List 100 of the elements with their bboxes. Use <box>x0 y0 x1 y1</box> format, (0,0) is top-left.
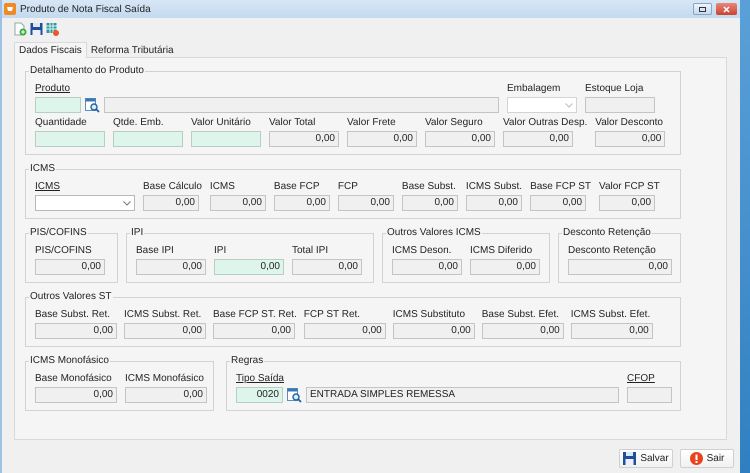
new-document-button[interactable] <box>14 22 27 36</box>
save-button[interactable] <box>30 22 43 36</box>
group-title: Outros Valores ST <box>29 291 113 303</box>
field-label: Qtde. Emb. <box>113 117 164 129</box>
field-label: Base Subst. <box>402 181 456 193</box>
dropdown[interactable] <box>35 195 135 211</box>
readonly-field: 0,00 <box>143 195 199 211</box>
window-icon <box>4 3 16 15</box>
field-label: Base Monofásico <box>35 373 112 385</box>
chevron-down-icon <box>123 200 131 206</box>
field-label: Valor Desconto <box>595 117 663 129</box>
field-label: Desconto Retenção <box>568 245 656 257</box>
save-button[interactable]: Salvar <box>619 449 673 468</box>
new-document-icon <box>14 22 27 36</box>
field-label: Base Cálculo <box>143 181 202 193</box>
field-label: Base IPI <box>136 245 174 257</box>
field-label: FCP <box>338 181 358 193</box>
readonly-field: 0,00 <box>392 323 475 339</box>
group-title: Desconto Retenção <box>562 227 652 239</box>
tab[interactable]: Dados Fiscais <box>14 42 87 58</box>
input-field[interactable] <box>113 131 183 147</box>
chevron-down-icon <box>565 102 573 108</box>
alert-icon <box>690 452 703 465</box>
group-title: IPI <box>130 227 144 239</box>
readonly-field: 0,00 <box>124 323 206 339</box>
field-label: Valor Frete <box>347 117 396 129</box>
field-label: PIS/COFINS <box>35 245 92 257</box>
close-button[interactable] <box>716 3 737 15</box>
description-field: ENTRADA SIMPLES REMESSA <box>306 387 619 403</box>
readonly-field: 0,00 <box>530 195 586 211</box>
exit-button[interactable]: Sair <box>680 449 734 468</box>
input-field[interactable]: 0020 <box>236 387 283 403</box>
input-field[interactable] <box>35 131 105 147</box>
group-title: ICMS <box>29 163 56 175</box>
field-label: ICMS <box>210 181 235 193</box>
field-link[interactable]: CFOP <box>627 373 655 385</box>
field-label: Estoque Loja <box>585 83 644 95</box>
readonly-field: 0,00 <box>269 131 339 147</box>
restore-icon <box>699 6 706 12</box>
readonly-field: 0,00 <box>136 259 206 275</box>
readonly-field: 0,00 <box>338 195 394 211</box>
readonly-field: 0,00 <box>503 131 573 147</box>
readonly-field: 0,00 <box>35 387 117 403</box>
field-label: Total IPI <box>292 245 328 257</box>
readonly-field: 0,00 <box>470 259 540 275</box>
readonly-field: 0,00 <box>125 387 207 403</box>
field-label: Base Subst. Ret. <box>35 309 110 321</box>
field-label: ICMS Monofásico <box>125 373 204 385</box>
readonly-field: 0,00 <box>392 259 462 275</box>
field-label: ICMS Deson. <box>392 245 452 257</box>
field-label: ICMS Subst. <box>466 181 522 193</box>
field-link[interactable]: Produto <box>35 83 70 95</box>
field-label: ICMS Subst. Ret. <box>124 309 202 321</box>
field-label: Valor Unitário <box>191 117 251 129</box>
window-title: Produto de Nota Fiscal Saída <box>20 2 151 16</box>
field-label: Base Subst. Efet. <box>482 309 560 321</box>
field-label: Quantidade <box>35 117 87 129</box>
readonly-field: 0,00 <box>599 195 656 211</box>
readonly-field: 0,00 <box>482 323 564 339</box>
readonly-field: 0,00 <box>213 323 295 339</box>
readonly-field: 0,00 <box>568 259 672 275</box>
field-label: ICMS Diferido <box>470 245 532 257</box>
field-label: Embalagem <box>507 83 560 95</box>
search-icon[interactable] <box>287 388 302 402</box>
field-label: Base FCP ST. Ret. <box>213 309 297 321</box>
input-field[interactable] <box>35 97 81 113</box>
readonly-field: 0,00 <box>210 195 266 211</box>
readonly-field: 0,00 <box>292 259 362 275</box>
group-title: PIS/COFINS <box>29 227 88 239</box>
readonly-field: 0,00 <box>274 195 330 211</box>
input-field[interactable] <box>191 131 261 147</box>
readonly-field: 0,00 <box>35 259 105 275</box>
readonly-field <box>627 387 672 403</box>
readonly-field: 0,00 <box>466 195 522 211</box>
table-icon <box>46 22 59 36</box>
readonly-field: 0,00 <box>570 323 653 339</box>
group-title: Regras <box>230 355 264 367</box>
search-icon[interactable] <box>85 98 100 112</box>
field-label: Base FCP <box>274 181 320 193</box>
tab[interactable]: Reforma Tributária <box>86 43 178 57</box>
field-link[interactable]: Tipo Saída <box>236 373 284 385</box>
field-label: FCP ST Ret. <box>304 309 360 321</box>
field-link[interactable]: ICMS <box>35 181 60 193</box>
readonly-field: 0,00 <box>35 323 117 339</box>
restore-button[interactable] <box>693 3 712 15</box>
readonly-field: 0,00 <box>347 131 417 147</box>
readonly-field: 0,00 <box>425 131 495 147</box>
readonly-field: 0,00 <box>304 323 386 339</box>
save-icon <box>623 452 636 465</box>
readonly-field <box>585 97 655 113</box>
input-field[interactable]: 0,00 <box>214 259 284 275</box>
field-label: Valor Seguro <box>425 117 483 129</box>
group-title: Detalhamento do Produto <box>29 65 145 77</box>
field-label: Valor Total <box>269 117 316 129</box>
readonly-field: 0,00 <box>402 195 458 211</box>
field-label: Valor Outras Desp. <box>503 117 588 129</box>
table-button[interactable] <box>46 22 59 36</box>
close-icon <box>723 6 730 12</box>
field-label: ICMS Subst. Efet. <box>570 309 650 321</box>
field-label: Valor FCP ST <box>599 181 660 193</box>
